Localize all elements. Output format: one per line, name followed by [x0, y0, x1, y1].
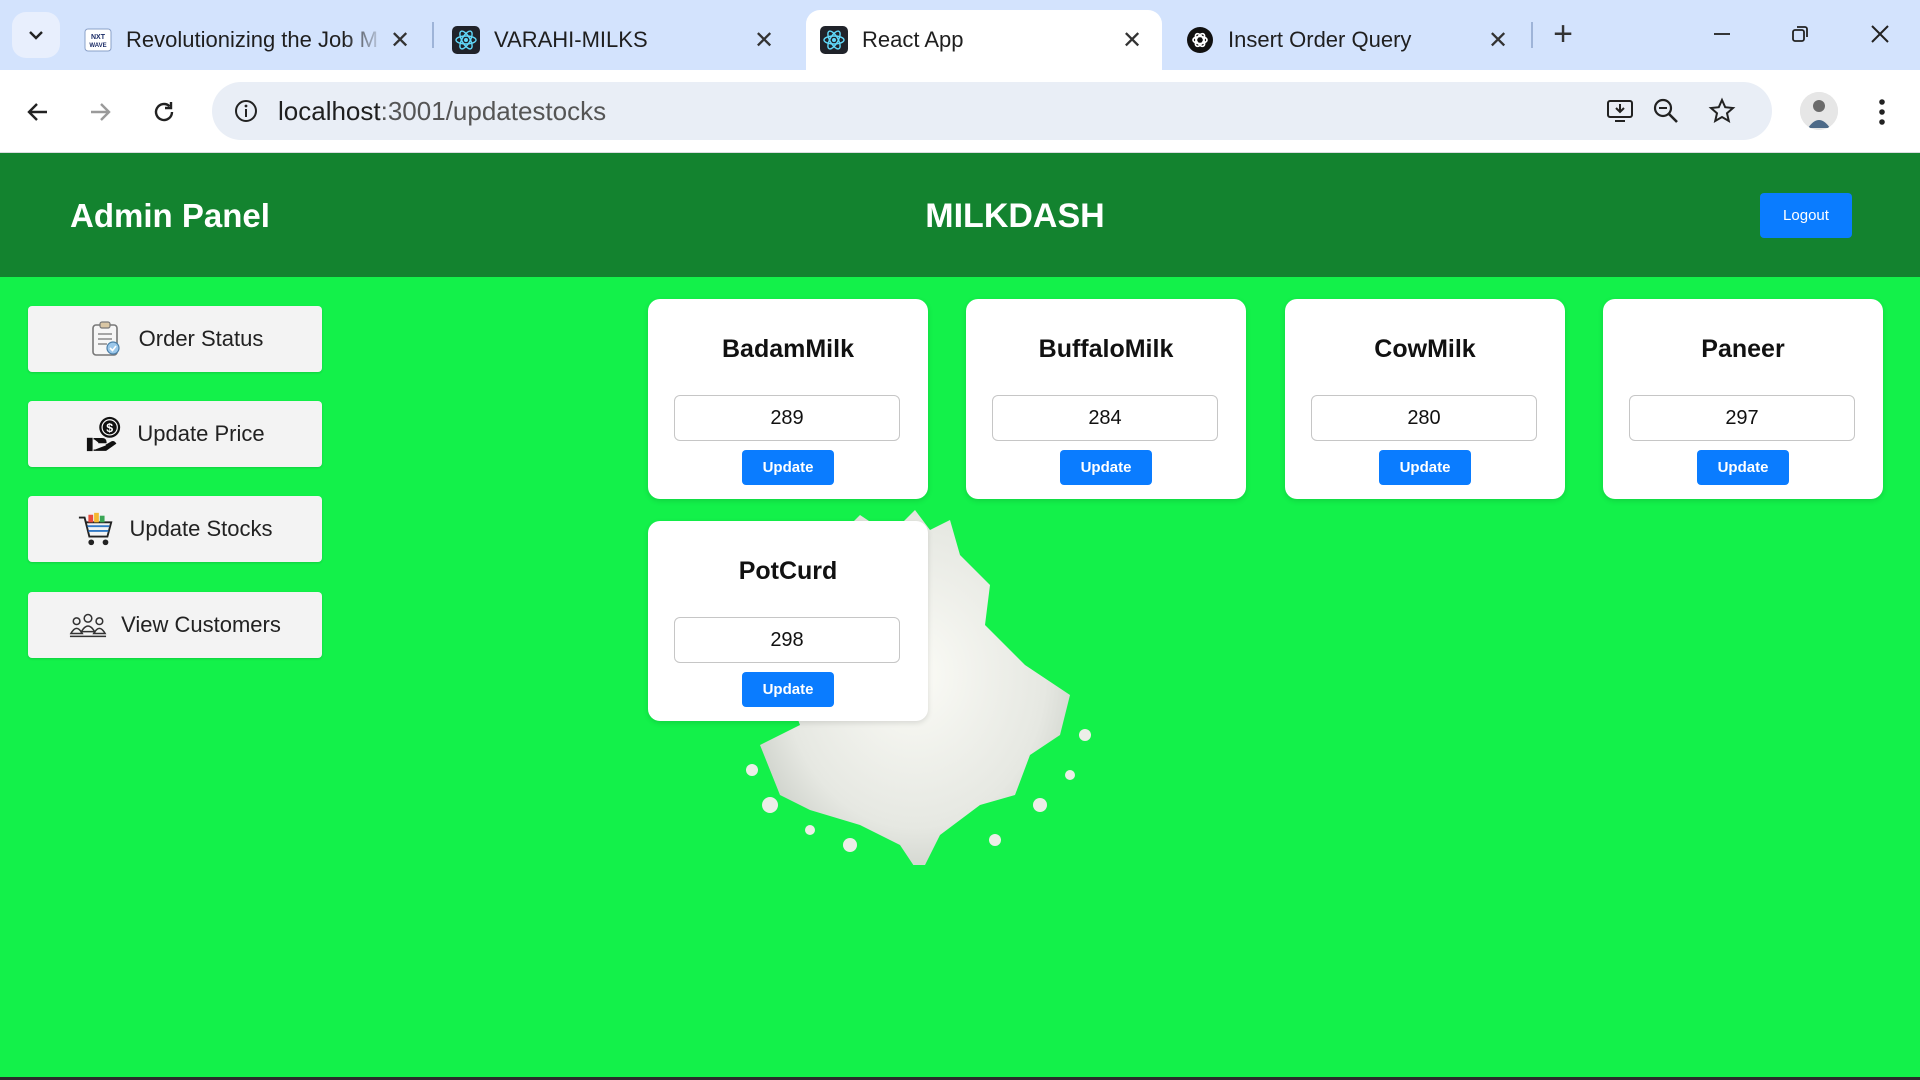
chevron-down-icon: [29, 31, 43, 40]
tab-separator: [1531, 22, 1533, 48]
update-button[interactable]: Update: [742, 450, 834, 485]
install-app-icon[interactable]: [1598, 82, 1642, 140]
tab-title: VARAHI-MILKS: [494, 27, 648, 52]
new-tab-button[interactable]: +: [1543, 14, 1583, 54]
profile-avatar[interactable]: [1800, 92, 1838, 130]
browser-tabstrip: NXT WAVE Revolutionizing the Job M ✕ VARA…: [0, 0, 1920, 70]
stock-input[interactable]: [674, 617, 900, 663]
react-icon: [820, 26, 848, 54]
restore-icon[interactable]: [1778, 14, 1822, 54]
product-card-paneer: Paneer Update: [1603, 299, 1883, 499]
svg-text:$: $: [107, 421, 114, 435]
address-bar[interactable]: localhost:3001/updatestocks: [212, 82, 1772, 140]
sidebar-item-label: Update Stocks: [129, 516, 273, 541]
money-hand-icon: $: [85, 415, 123, 453]
reload-icon[interactable]: [142, 90, 186, 134]
tab-search-button[interactable]: [12, 12, 60, 58]
tab-separator: [432, 22, 434, 48]
product-name: PotCurd: [738, 557, 838, 585]
sidebar-item-label: View Customers: [121, 612, 281, 637]
zoom-icon[interactable]: [1644, 82, 1688, 140]
more-menu-icon[interactable]: [1862, 92, 1902, 132]
openai-icon: [1186, 26, 1214, 54]
url-text: localhost:3001/updatestocks: [278, 95, 607, 126]
minimize-icon[interactable]: [1700, 14, 1744, 54]
product-name: Paneer: [1701, 335, 1785, 363]
close-icon[interactable]: ✕: [1116, 24, 1148, 56]
app-header: Admin Panel MILKDASH Logout: [0, 153, 1920, 277]
back-icon[interactable]: [16, 90, 60, 134]
sidebar-item-label: Order Status: [138, 326, 264, 351]
tab-revolutionizing[interactable]: NXT WAVE Revolutionizing the Job M ✕: [70, 10, 430, 70]
sidebar-item-label: Update Price: [137, 421, 265, 446]
update-price-button[interactable]: $ Update Price: [28, 401, 322, 467]
close-icon[interactable]: ✕: [748, 24, 780, 56]
forward-icon[interactable]: [78, 90, 122, 134]
shopping-cart-icon: [77, 510, 115, 548]
logout-button[interactable]: Logout: [1760, 193, 1852, 238]
svg-text:NXT: NXT: [91, 34, 106, 41]
customers-icon: [69, 606, 107, 644]
tab-varahi-milks[interactable]: VARAHI-MILKS ✕: [438, 10, 794, 70]
close-icon[interactable]: ✕: [1482, 24, 1514, 56]
product-name: BadamMilk: [722, 335, 854, 363]
product-card-badammilk: BadamMilk Update: [648, 299, 928, 499]
stock-input[interactable]: [674, 395, 900, 441]
product-name: CowMilk: [1374, 335, 1476, 363]
close-window-icon[interactable]: [1858, 14, 1902, 54]
product-name: BuffaloMilk: [1038, 335, 1174, 363]
tab-title: Revolutionizing the Job M: [126, 27, 378, 52]
tab-title: React App: [862, 27, 964, 52]
tab-insert-order-query[interactable]: Insert Order Query ✕: [1172, 10, 1528, 70]
stock-input[interactable]: [1629, 395, 1855, 441]
update-button[interactable]: Update: [1697, 450, 1789, 485]
tab-react-app[interactable]: React App ✕: [806, 10, 1162, 70]
svg-text:WAVE: WAVE: [89, 43, 106, 49]
stock-input[interactable]: [1311, 395, 1537, 441]
update-button[interactable]: Update: [742, 672, 834, 707]
bookmark-star-icon[interactable]: [1700, 82, 1744, 140]
update-stocks-button[interactable]: Update Stocks: [28, 496, 322, 562]
update-button[interactable]: Update: [1379, 450, 1471, 485]
clipboard-icon: [87, 320, 125, 358]
order-status-button[interactable]: Order Status: [28, 306, 322, 372]
brand-title: MILKDASH: [925, 197, 1105, 235]
product-card-cowmilk: CowMilk Update: [1285, 299, 1565, 499]
product-card-potcurd: PotCurd Update: [648, 521, 928, 721]
view-customers-button[interactable]: View Customers: [28, 592, 322, 658]
react-icon: [452, 26, 480, 54]
tab-title: Insert Order Query: [1228, 27, 1412, 52]
nxtwave-icon: NXT WAVE: [84, 26, 112, 54]
site-info-icon[interactable]: [226, 91, 266, 131]
browser-toolbar: localhost:3001/updatestocks: [0, 70, 1920, 153]
update-button[interactable]: Update: [1060, 450, 1152, 485]
product-card-buffalomilk: BuffaloMilk Update: [966, 299, 1246, 499]
close-icon[interactable]: ✕: [384, 24, 416, 56]
stock-input[interactable]: [992, 395, 1218, 441]
